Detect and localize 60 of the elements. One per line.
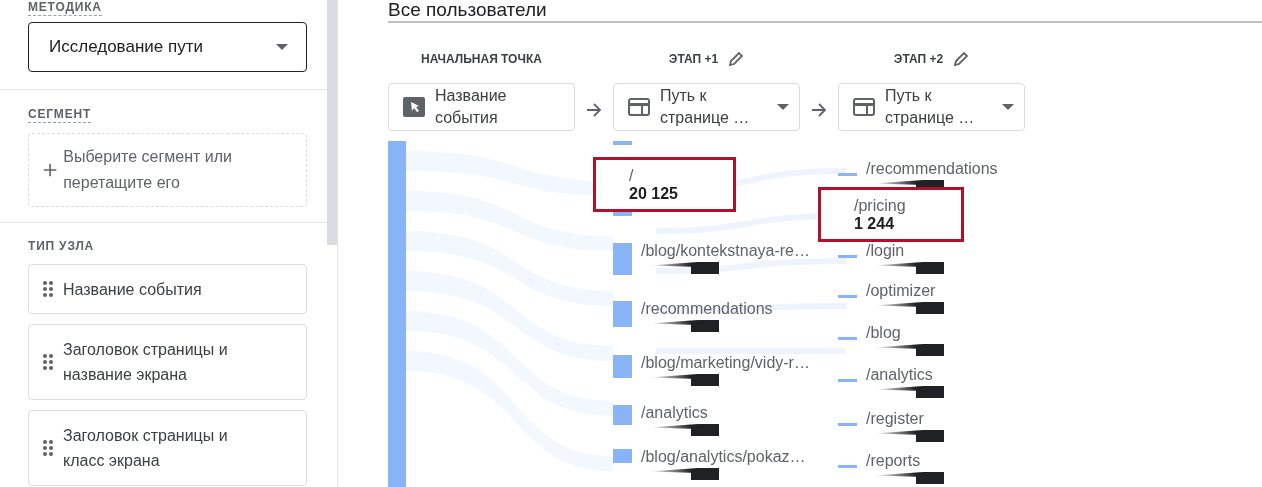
node-value: 1 244 <box>854 215 896 233</box>
caret-icon[interactable] <box>276 44 288 50</box>
node-bar <box>613 141 632 145</box>
node-label[interactable]: /blog <box>866 323 944 342</box>
node-type-card[interactable]: Название события <box>28 264 307 314</box>
node-label[interactable]: /analytics <box>641 403 719 422</box>
scrollbar-thumb[interactable] <box>327 0 337 245</box>
node-bar <box>838 173 857 176</box>
node-label[interactable]: /register <box>866 409 944 428</box>
node-bar <box>838 295 857 298</box>
node-label[interactable]: /login <box>866 241 944 260</box>
segment-placeholder: Выберите сегмент или перетащите его <box>63 147 234 193</box>
node-bar <box>613 301 632 327</box>
step-dropdown[interactable]: Путь к странице … <box>613 83 800 131</box>
arrow-right-icon <box>811 103 827 117</box>
node-label[interactable]: /recommendations <box>866 159 998 178</box>
drag-handle-icon[interactable] <box>43 281 53 297</box>
step-header: ЭТАП +1 <box>668 52 719 66</box>
step-dropdown[interactable]: Название события <box>388 83 575 131</box>
node-bar <box>613 449 632 463</box>
node-bar <box>838 337 857 340</box>
node-bar <box>613 243 632 275</box>
section-label: СЕГМЕНТ <box>28 107 92 123</box>
node-bar <box>838 423 857 426</box>
pencil-icon[interactable] <box>728 51 745 67</box>
segment-drop-zone[interactable]: Выберите сегмент или перетащите его <box>28 133 307 207</box>
node-bar <box>838 379 857 382</box>
node-bar <box>838 465 857 468</box>
node-label[interactable]: /reports <box>866 451 944 470</box>
segment-title: Все пользователи <box>388 0 1262 23</box>
web-page-icon <box>628 98 650 116</box>
web-page-icon <box>853 98 875 116</box>
drag-handle-icon[interactable] <box>43 440 53 456</box>
node-label[interactable]: / <box>629 166 678 185</box>
caret-icon[interactable] <box>1002 104 1014 110</box>
node-label[interactable]: /analytics <box>866 365 944 384</box>
step-header: ЭТАП +2 <box>893 52 944 66</box>
arrow-right-icon <box>586 103 602 117</box>
caret-icon[interactable] <box>777 104 789 110</box>
cursor-icon <box>403 97 425 117</box>
node-label[interactable]: /blog/analytics/pokaz… <box>641 447 806 466</box>
technique-dropdown[interactable]: Исследование пути <box>28 22 307 72</box>
drag-handle-icon[interactable] <box>43 354 53 370</box>
step-dropdown[interactable]: Путь к странице … <box>838 83 1025 131</box>
node-label[interactable]: /recommendations <box>641 299 773 318</box>
node-label[interactable]: /blog/kontekstnaya-re… <box>641 241 810 260</box>
node-bar <box>613 355 632 378</box>
node-bar <box>613 405 632 425</box>
section-label: ТИП УЗЛА <box>28 239 95 254</box>
node-bar <box>838 255 857 258</box>
node-type-card[interactable]: Заголовок страницы и класс экрана <box>28 410 307 486</box>
plus-icon <box>43 161 58 179</box>
node-label[interactable]: /optimizer <box>866 281 944 300</box>
node-type-card[interactable]: Заголовок страницы и название экрана <box>28 324 307 400</box>
node-label[interactable]: /pricing <box>854 196 906 215</box>
node-value: 20 125 <box>629 185 678 203</box>
step-header: НАЧАЛЬНАЯ ТОЧКА <box>421 52 542 66</box>
node-label[interactable]: /blog/marketing/vidy-r… <box>641 353 810 372</box>
pencil-icon[interactable] <box>953 51 970 67</box>
section-label: МЕТОДИКА <box>28 0 102 16</box>
